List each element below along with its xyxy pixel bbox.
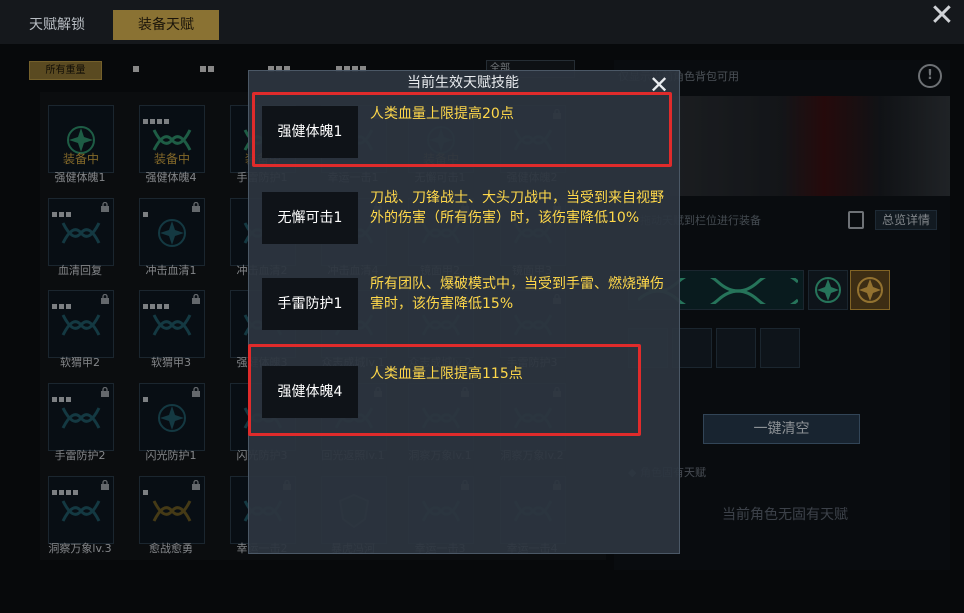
skill-row: 无懈可击1 刀战、刀锋战士、大头刀战中，当受到来自视野外的伤害（所有伤害）时，该… <box>258 190 668 256</box>
highlight-box <box>248 344 641 436</box>
close-window-icon[interactable]: ✕ <box>924 0 960 34</box>
skill-name: 手雷防护1 <box>262 278 358 330</box>
skill-description: 刀战、刀锋战士、大头刀战中，当受到来自视野外的伤害（所有伤害）时，该伤害降低10… <box>370 190 664 226</box>
skill-name: 无懈可击1 <box>262 192 358 244</box>
highlight-box <box>252 92 672 167</box>
tab-talent-unlock[interactable]: 天赋解锁 <box>12 10 102 40</box>
skill-description: 所有团队、爆破模式中，当受到手雷、燃烧弹伤害时，该伤害降低15% <box>370 276 664 312</box>
skill-row: 手雷防护1 所有团队、爆破模式中，当受到手雷、燃烧弹伤害时，该伤害降低15% <box>258 276 668 334</box>
modal-title: 当前生效天赋技能 <box>407 75 519 91</box>
tab-equip-talent[interactable]: 装备天赋 <box>113 10 219 40</box>
